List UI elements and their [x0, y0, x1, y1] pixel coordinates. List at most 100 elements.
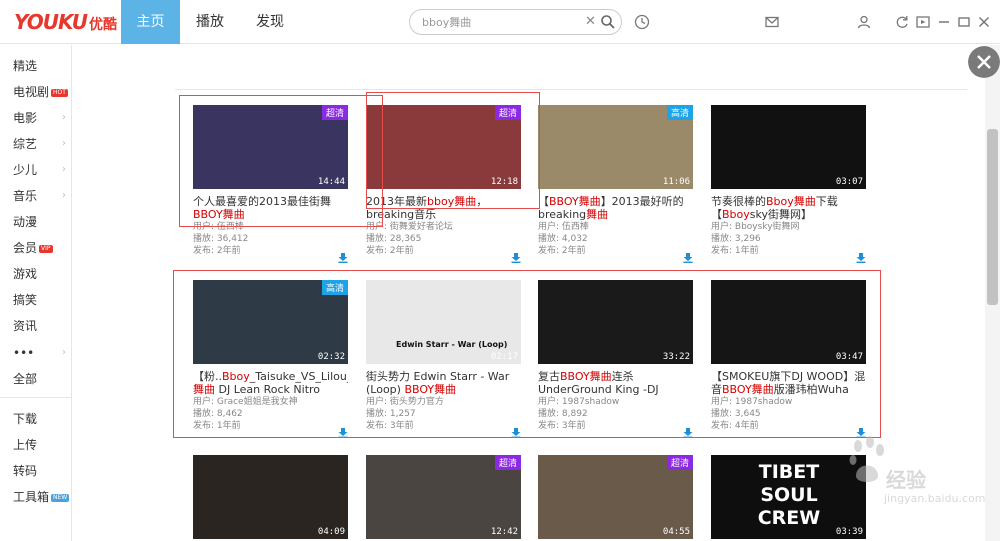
search-icon[interactable]: [600, 14, 616, 30]
minimize-icon[interactable]: [936, 14, 952, 30]
sidebar-item-label: 资讯: [13, 319, 38, 333]
download-icon[interactable]: [856, 253, 866, 263]
video-published: 发布: 3年前: [538, 421, 586, 431]
video-duration: 11:06: [662, 177, 690, 187]
download-icon[interactable]: [511, 428, 521, 438]
tab-home[interactable]: 主页: [121, 0, 180, 44]
video-card[interactable]: 超清 12:42: [366, 455, 521, 539]
video-thumbnail[interactable]: 33:22: [538, 280, 693, 364]
title-text: 节奏很棒的: [711, 195, 766, 208]
sidebar-item-11[interactable]: ••• ›: [0, 342, 72, 364]
title-highlight: Bboy: [222, 370, 250, 383]
user-icon[interactable]: [856, 14, 872, 30]
video-user[interactable]: 用户: Grace姐姐是我女神: [193, 396, 348, 408]
download-icon[interactable]: [338, 428, 348, 438]
download-icon[interactable]: [338, 253, 348, 263]
refresh-icon[interactable]: [894, 14, 910, 30]
chevron-right-icon: ›: [62, 190, 66, 201]
video-published: 发布: 1年前: [193, 421, 241, 431]
video-plays: 播放: 28,365: [366, 234, 422, 244]
quality-badge: 超清: [494, 455, 521, 470]
close-panel-button[interactable]: [968, 46, 1000, 78]
video-thumbnail[interactable]: 超清 12:42: [366, 455, 521, 539]
video-card[interactable]: TIBET SOUL CREW 03:39: [711, 455, 866, 539]
video-thumbnail[interactable]: 超清 12:18: [366, 105, 521, 189]
tab-play[interactable]: 播放: [180, 0, 240, 44]
sidebar-item-6[interactable]: 动漫: [0, 211, 72, 233]
video-user[interactable]: 用户: 1987shadow: [538, 396, 693, 408]
video-thumbnail[interactable]: 03:07: [711, 105, 866, 189]
download-icon[interactable]: [511, 253, 521, 263]
sidebar-item-8[interactable]: 游戏: [0, 263, 72, 285]
sidebar-item-label: 精选: [13, 59, 38, 73]
sidebar-item-10[interactable]: 资讯: [0, 315, 72, 337]
tab-discover[interactable]: 发现: [240, 0, 300, 44]
video-duration: 02:17: [490, 352, 518, 362]
maximize-icon[interactable]: [956, 14, 972, 30]
sidebar-item-label: 全部: [13, 372, 38, 386]
history-icon[interactable]: [634, 14, 650, 30]
quality-badge: 高清: [666, 105, 693, 120]
video-title[interactable]: 【粉..Bboy_Taisuke_VS_Lilou_ 舞曲 DJ Lean Roc…: [193, 370, 348, 396]
video-card[interactable]: 超清 04:55: [538, 455, 693, 539]
sidebar-item-16[interactable]: 工具箱 NEW: [0, 486, 72, 508]
video-thumbnail[interactable]: 高清 02:32: [193, 280, 348, 364]
video-card[interactable]: 04:09: [193, 455, 348, 539]
video-user[interactable]: 用户: 街舞爱好者论坛: [366, 221, 521, 233]
video-plays: 播放: 8,892: [538, 409, 588, 419]
video-thumbnail[interactable]: 超清 14:44: [193, 105, 348, 189]
video-title[interactable]: 个人最喜爱的2013最佳街舞BBOY舞曲: [193, 195, 348, 221]
video-duration: 03:39: [835, 527, 863, 537]
scrollbar-thumb[interactable]: [987, 129, 998, 305]
video-card[interactable]: 高清 11:06 【BBOY舞曲】2013最好听的breaking舞曲 用户: 伍西棒…: [538, 105, 693, 263]
video-thumbnail[interactable]: 03:47: [711, 280, 866, 364]
video-title[interactable]: 街头势力 Edwin Starr - War (Loop) BBOY舞曲: [366, 370, 521, 396]
search-input[interactable]: [422, 14, 582, 30]
message-icon[interactable]: [764, 14, 780, 30]
video-card[interactable]: 高清 02:32 【粉..Bboy_Taisuke_VS_Lilou_ 舞曲 DJ L…: [193, 280, 348, 438]
sidebar-item-0[interactable]: 精选: [0, 55, 72, 77]
video-title[interactable]: 2013年最新bboy舞曲，breaking音乐: [366, 195, 521, 221]
video-published: 发布: 2年前: [193, 246, 241, 256]
video-user[interactable]: 用户: 1987shadow: [711, 396, 866, 408]
video-thumbnail[interactable]: 高清 11:06: [538, 105, 693, 189]
sidebar-item-3[interactable]: 综艺 ›: [0, 133, 72, 155]
download-icon[interactable]: [683, 428, 693, 438]
video-thumbnail[interactable]: 超清 04:55: [538, 455, 693, 539]
video-user[interactable]: 用户: 伍西棒: [193, 221, 348, 233]
sidebar-item-7[interactable]: 会员 VIP: [0, 237, 72, 259]
video-card[interactable]: 超清 12:18 2013年最新bboy舞曲，breaking音乐 用户: 街舞爱好者…: [366, 105, 521, 263]
sidebar-item-9[interactable]: 搞笑: [0, 289, 72, 311]
video-title[interactable]: 复古BBOY舞曲连杀UnderGround King -DJ: [538, 370, 693, 396]
video-thumbnail[interactable]: 04:09: [193, 455, 348, 539]
mini-mode-icon[interactable]: [915, 14, 931, 30]
video-title[interactable]: 节奏很棒的Bboy舞曲下载【Bboysky街舞网】: [711, 195, 866, 221]
clear-search-icon[interactable]: ✕: [585, 14, 596, 29]
sidebar-item-4[interactable]: 少儿 ›: [0, 159, 72, 181]
sidebar-item-5[interactable]: 音乐 ›: [0, 185, 72, 207]
video-card[interactable]: 03:07 节奏很棒的Bboy舞曲下载【Bboysky街舞网】 用户: Bboysk…: [711, 105, 866, 263]
sidebar-item-13[interactable]: 下载: [0, 408, 72, 430]
video-user[interactable]: 用户: 伍西棒: [538, 221, 693, 233]
sidebar-item-14[interactable]: 上传: [0, 434, 72, 456]
video-title[interactable]: 【BBOY舞曲】2013最好听的breaking舞曲: [538, 195, 693, 221]
video-user[interactable]: 用户: Bboysky街舞网: [711, 221, 866, 233]
video-thumbnail[interactable]: TIBET SOUL CREW 03:39: [711, 455, 866, 539]
sidebar-item-2[interactable]: 电影 ›: [0, 107, 72, 129]
download-icon[interactable]: [683, 253, 693, 263]
video-card[interactable]: 03:47 【SMOKEU旗下DJ WOOD】混音BBOY舞曲版潘玮柏Wuha 用户…: [711, 280, 866, 438]
quality-badge: 超清: [666, 455, 693, 470]
quality-badge: 高清: [321, 280, 348, 295]
sidebar-item-15[interactable]: 转码: [0, 460, 72, 482]
sidebar-item-1[interactable]: 电视剧 HOT: [0, 81, 72, 103]
quality-badge: 超清: [494, 105, 521, 120]
sidebar-item-12[interactable]: 全部: [0, 368, 72, 390]
video-card[interactable]: 超清 14:44 个人最喜爱的2013最佳街舞BBOY舞曲 用户: 伍西棒 播放: 36…: [193, 105, 348, 263]
video-title[interactable]: 【SMOKEU旗下DJ WOOD】混音BBOY舞曲版潘玮柏Wuha: [711, 370, 866, 396]
youku-logo[interactable]: YOUKU 优酷: [14, 10, 117, 34]
close-icon[interactable]: [976, 14, 992, 30]
video-card[interactable]: 33:22 复古BBOY舞曲连杀UnderGround King -DJ 用户: 1…: [538, 280, 693, 438]
video-user[interactable]: 用户: 街头势力官方: [366, 396, 521, 408]
video-card[interactable]: Edwin Starr - War (Loop) 02:17 街头势力 Edwin …: [366, 280, 521, 438]
video-thumbnail[interactable]: Edwin Starr - War (Loop) 02:17: [366, 280, 521, 364]
